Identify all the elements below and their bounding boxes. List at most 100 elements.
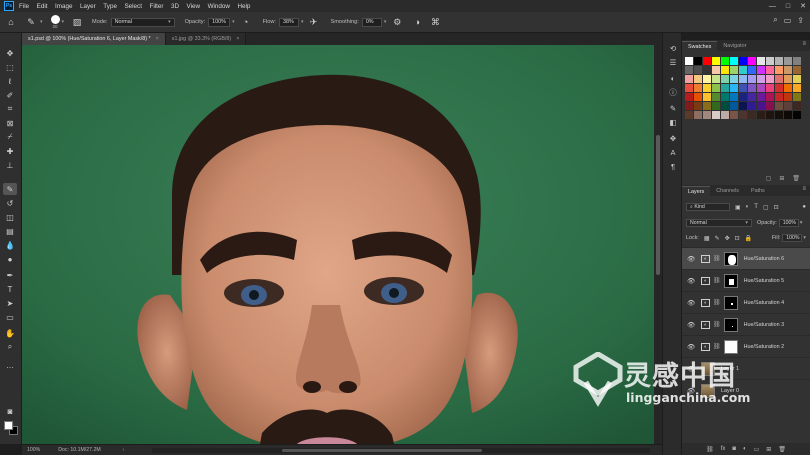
marquee-tool-icon[interactable]: ⬚ — [3, 61, 17, 73]
type-tool-icon[interactable]: T — [3, 283, 17, 295]
character-icon[interactable]: A — [667, 147, 679, 158]
swatch-cell[interactable] — [739, 111, 747, 119]
clone-stamp-tool-icon[interactable]: ⊥ — [3, 159, 17, 171]
swatch-cell[interactable] — [793, 66, 801, 74]
swatch-cell[interactable] — [793, 111, 801, 119]
workspace-icon[interactable]: ▭ — [784, 16, 792, 25]
swatch-cell[interactable] — [748, 57, 756, 65]
link-icon[interactable]: ⛓ — [713, 255, 721, 262]
swatch-cell[interactable] — [793, 93, 801, 101]
eye-icon[interactable]: 👁 — [687, 387, 697, 395]
brush-settings-icon[interactable]: ▨ — [70, 15, 84, 29]
layer-row[interactable]: 👁 ◐ ⛓ Hue/Saturation 5 — [682, 269, 810, 291]
eraser-tool-icon[interactable]: ◫ — [3, 211, 17, 223]
tab-s1-psd[interactable]: s1.psd @ 100% (Hue/Saturation 6, Layer M… — [22, 33, 166, 45]
quick-mask-icon[interactable]: ◙ — [3, 405, 17, 417]
swatch-cell[interactable] — [703, 93, 711, 101]
airbrush-icon[interactable]: ✈ — [307, 15, 321, 29]
eye-icon[interactable]: 👁 — [687, 299, 697, 307]
rectangle-tool-icon[interactable]: ▭ — [3, 311, 17, 323]
swatch-cell[interactable] — [703, 84, 711, 92]
swatch-cell[interactable] — [775, 111, 783, 119]
layer-thumbnail[interactable] — [701, 361, 715, 376]
foreground-color-swatch[interactable] — [4, 421, 13, 430]
eye-icon[interactable]: 👁 — [687, 321, 697, 329]
path-selection-tool-icon[interactable]: ➤ — [3, 297, 17, 309]
swatch-cell[interactable] — [793, 84, 801, 92]
brush-chevron-icon[interactable]: ▾ — [62, 19, 65, 25]
tab-swatches[interactable]: Swatches — [682, 41, 718, 51]
swatch-cell[interactable] — [793, 57, 801, 65]
swatch-cell[interactable] — [766, 75, 774, 83]
mode-select[interactable]: Normal ▾ — [110, 17, 175, 27]
pen-tool-icon[interactable]: ✒ — [3, 269, 17, 281]
swatch-cell[interactable] — [775, 75, 783, 83]
swatch-cell[interactable] — [766, 84, 774, 92]
swatch-cell[interactable] — [721, 111, 729, 119]
pressure-size-icon[interactable]: ◑ — [410, 15, 424, 29]
menu-file[interactable]: File — [19, 3, 29, 10]
scrollbar-thumb[interactable] — [282, 449, 482, 452]
swatch-cell[interactable] — [685, 57, 693, 65]
canvas-vertical-scrollbar[interactable] — [654, 45, 662, 444]
menu-3d[interactable]: 3D — [171, 3, 179, 10]
lock-transparent-icon[interactable]: ▦ — [704, 235, 710, 242]
swatch-cell[interactable] — [748, 84, 756, 92]
swatch-cell[interactable] — [703, 102, 711, 110]
swatch-cell[interactable] — [793, 75, 801, 83]
dodge-tool-icon[interactable]: ● — [3, 253, 17, 265]
new-group-icon[interactable]: ▢ — [766, 175, 772, 182]
swatch-cell[interactable] — [703, 66, 711, 74]
close-icon[interactable]: ✕ — [800, 2, 806, 10]
filter-smart-icon[interactable]: ⊡ — [774, 204, 779, 211]
status-menu-icon[interactable]: › — [123, 447, 125, 453]
layer-row[interactable]: 👁 ◐ ⛓ Hue/Saturation 4 — [682, 291, 810, 313]
menu-layer[interactable]: Layer — [80, 3, 96, 10]
brush-tool-icon[interactable]: ✎ — [3, 183, 17, 195]
swatch-cell[interactable] — [757, 84, 765, 92]
menu-window[interactable]: Window — [208, 3, 230, 10]
swatch-cell[interactable] — [730, 102, 738, 110]
swatch-cell[interactable] — [739, 75, 747, 83]
link-layers-icon[interactable]: ⛓ — [706, 446, 714, 453]
color-icon[interactable]: ◐ — [667, 73, 679, 84]
info-icon[interactable]: ⓘ — [667, 87, 679, 98]
scrollbar-thumb[interactable] — [656, 135, 660, 275]
swatch-cell[interactable] — [685, 75, 693, 83]
clone-source-icon[interactable]: ✥ — [667, 133, 679, 144]
swatch-cell[interactable] — [712, 111, 720, 119]
swatch-cell[interactable] — [784, 75, 792, 83]
swatch-cell[interactable] — [712, 57, 720, 65]
swatch-cell[interactable] — [748, 75, 756, 83]
swatch-cell[interactable] — [766, 102, 774, 110]
fill-chevron-icon[interactable]: ▾ — [803, 235, 806, 241]
swatch-cell[interactable] — [694, 66, 702, 74]
swatch-cell[interactable] — [793, 102, 801, 110]
swatch-cell[interactable] — [757, 111, 765, 119]
swatch-cell[interactable] — [784, 57, 792, 65]
swatch-cell[interactable] — [766, 57, 774, 65]
search-icon[interactable]: ⌕ — [773, 15, 777, 25]
layer-mask-thumbnail[interactable] — [723, 317, 738, 332]
blend-mode-select[interactable]: Normal ▾ — [686, 219, 752, 227]
swatch-cell[interactable] — [775, 57, 783, 65]
swatch-cell[interactable] — [757, 57, 765, 65]
swatch-cell[interactable] — [694, 111, 702, 119]
lock-image-icon[interactable]: ✎ — [715, 235, 720, 242]
swatch-cell[interactable] — [766, 111, 774, 119]
swatch-cell[interactable] — [748, 102, 756, 110]
smoothing-field[interactable]: 0% — [361, 17, 382, 27]
swatch-cell[interactable] — [721, 102, 729, 110]
layer-mask-thumbnail[interactable] — [723, 339, 738, 354]
swatch-cell[interactable] — [685, 111, 693, 119]
swatch-cell[interactable] — [712, 75, 720, 83]
filter-type-icon[interactable]: T — [754, 204, 758, 210]
hand-tool-icon[interactable]: ✋ — [3, 327, 17, 339]
swatch-cell[interactable] — [784, 93, 792, 101]
flow-field[interactable]: 38% — [279, 17, 299, 27]
swatch-cell[interactable] — [784, 84, 792, 92]
swatch-cell[interactable] — [694, 93, 702, 101]
link-icon[interactable]: ⛓ — [713, 321, 721, 328]
swatch-cell[interactable] — [748, 93, 756, 101]
layer-row[interactable]: 👁 Layer 1 — [682, 357, 810, 379]
